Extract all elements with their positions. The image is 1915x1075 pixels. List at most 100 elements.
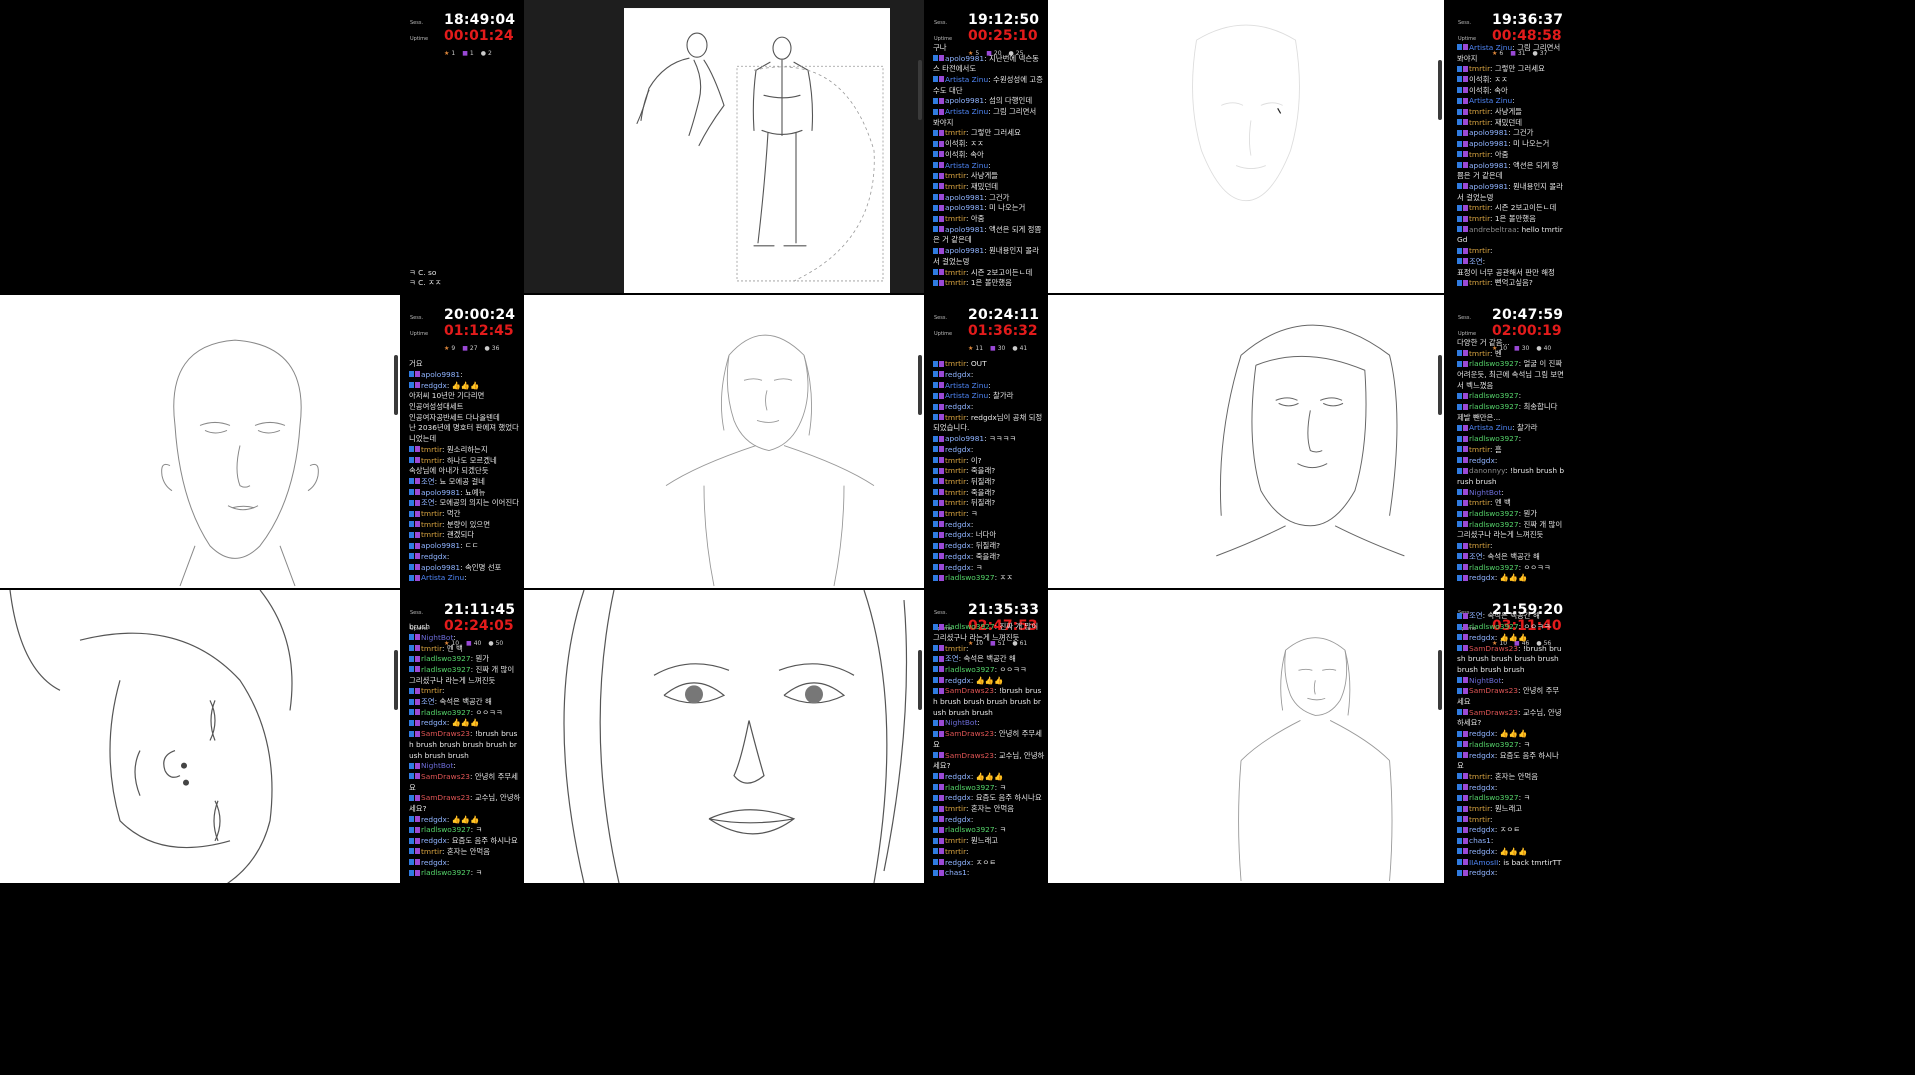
chat-username[interactable]: SamDraws23: [945, 751, 994, 760]
chat-username[interactable]: rladlswo3927: [1469, 391, 1519, 400]
chat-username[interactable]: tmrtir: [945, 456, 966, 465]
chat-username[interactable]: redgdx: [1469, 573, 1495, 582]
chat-username[interactable]: apolo9981: [945, 246, 984, 255]
chat-username[interactable]: SamDraws23: [1469, 708, 1518, 717]
chat-username[interactable]: 이석휘: [945, 150, 965, 159]
chat-username[interactable]: rladlswo3927: [1469, 359, 1519, 368]
chat-username[interactable]: SamDraws23: [1469, 686, 1518, 695]
chat-username[interactable]: tmrtir: [421, 644, 442, 653]
chat-username[interactable]: tmrtir: [1469, 150, 1490, 159]
chat-username[interactable]: apolo9981: [1469, 128, 1508, 137]
chat-username[interactable]: rladlswo3927: [945, 573, 995, 582]
chat-username[interactable]: tmrtir: [421, 520, 442, 529]
chat-username[interactable]: NightBot: [421, 633, 453, 642]
chat-username[interactable]: apolo9981: [1469, 182, 1508, 191]
chat-username[interactable]: apolo9981: [1469, 139, 1508, 148]
chat-username[interactable]: 이석휘: [1469, 75, 1489, 84]
chat-username[interactable]: Artista Zinu: [945, 75, 988, 84]
chat-username[interactable]: tmrtir: [1469, 203, 1490, 212]
chat-username[interactable]: 조연: [1469, 257, 1483, 266]
chat-username[interactable]: tmrtir: [1469, 107, 1490, 116]
chat-username[interactable]: redgdx: [421, 381, 447, 390]
chat-username[interactable]: rladlswo3927: [421, 654, 471, 663]
chat-username[interactable]: redgdx: [945, 772, 971, 781]
chat-username[interactable]: Artista Zinu: [945, 161, 988, 170]
chat-username[interactable]: apolo9981: [945, 193, 984, 202]
chat-username[interactable]: 조연: [421, 697, 435, 706]
chat-username[interactable]: rladlswo3927: [1469, 622, 1519, 631]
chat-username[interactable]: andrebeltraa: [1469, 225, 1517, 234]
chat-username[interactable]: redgdx: [945, 858, 971, 867]
drawing-canvas[interactable]: [0, 0, 400, 293]
chat-username[interactable]: apolo9981: [945, 225, 984, 234]
chat-username[interactable]: tmrtir: [945, 268, 966, 277]
chat-username[interactable]: rladlswo3927: [945, 825, 995, 834]
chat-username[interactable]: redgdx: [945, 563, 971, 572]
chat-username[interactable]: apolo9981: [421, 488, 460, 497]
chat-username[interactable]: tmrtir: [1469, 772, 1490, 781]
chat-username[interactable]: tmrtir: [421, 509, 442, 518]
chat-username[interactable]: tmrtir: [945, 836, 966, 845]
drawing-canvas[interactable]: [524, 295, 924, 588]
chat-username[interactable]: rladlswo3927: [421, 868, 471, 877]
chat-username[interactable]: tmrtir: [945, 644, 966, 653]
chat-username[interactable]: redgdx: [1469, 456, 1495, 465]
chat-username[interactable]: redgdx: [1469, 825, 1495, 834]
chat-username[interactable]: tmrtir: [1469, 445, 1490, 454]
chat-username[interactable]: redgdx: [1469, 783, 1495, 792]
chat-username[interactable]: apolo9981: [945, 203, 984, 212]
chat-username[interactable]: redgdx: [421, 836, 447, 845]
chat-username[interactable]: tmrtir: [945, 804, 966, 813]
chat-username[interactable]: tmrtir: [945, 359, 966, 368]
drawing-canvas[interactable]: [0, 590, 400, 883]
canvas-scrollbar[interactable]: [1438, 650, 1442, 710]
chat-username[interactable]: tmrtir: [1469, 118, 1490, 127]
canvas-scrollbar[interactable]: [918, 650, 922, 710]
chat-username[interactable]: tmrtir: [945, 509, 966, 518]
drawing-canvas[interactable]: [0, 295, 400, 588]
chat-username[interactable]: Artista Zinu: [1469, 43, 1512, 52]
chat-username[interactable]: apolo9981: [421, 563, 460, 572]
drawing-canvas[interactable]: [1048, 295, 1444, 588]
chat-username[interactable]: tmrtir: [421, 530, 442, 539]
chat-username[interactable]: tmrtir: [945, 128, 966, 137]
chat-username[interactable]: apolo9981: [945, 54, 984, 63]
chat-username[interactable]: apolo9981: [945, 96, 984, 105]
drawing-canvas[interactable]: [524, 0, 924, 293]
chat-username[interactable]: chas1: [1469, 836, 1491, 845]
chat-username[interactable]: redgdx: [421, 815, 447, 824]
chat-username[interactable]: NightBot: [1469, 488, 1501, 497]
chat-username[interactable]: Artista Zinu: [945, 391, 988, 400]
canvas-scrollbar[interactable]: [394, 650, 398, 710]
chat-username[interactable]: 조연: [1469, 552, 1483, 561]
chat-username[interactable]: tmrtir: [421, 847, 442, 856]
canvas-scrollbar[interactable]: [918, 355, 922, 415]
chat-username[interactable]: redgdx: [945, 520, 971, 529]
chat-username[interactable]: tmrtir: [945, 182, 966, 191]
chat-username[interactable]: tmrtir: [421, 456, 442, 465]
chat-username[interactable]: redgdx: [945, 793, 971, 802]
chat-username[interactable]: redgdx: [945, 402, 971, 411]
chat-username[interactable]: SamDraws23: [421, 772, 470, 781]
chat-username[interactable]: tmrtir: [421, 445, 442, 454]
chat-username[interactable]: tmrtir: [421, 686, 442, 695]
chat-username[interactable]: redgdx: [1469, 847, 1495, 856]
chat-username[interactable]: 조연: [421, 498, 435, 507]
chat-username[interactable]: redgdx: [1469, 751, 1495, 760]
chat-username[interactable]: rladlswo3927: [1469, 563, 1519, 572]
chat-username[interactable]: tmrtir: [1469, 498, 1490, 507]
chat-username[interactable]: rladlswo3927: [945, 665, 995, 674]
chat-username[interactable]: redgdx: [421, 552, 447, 561]
chat-username[interactable]: tmrtir: [945, 477, 966, 486]
chat-username[interactable]: tmrtir: [945, 498, 966, 507]
canvas-scrollbar[interactable]: [1438, 355, 1442, 415]
chat-username[interactable]: rladlswo3927: [421, 665, 471, 674]
chat-username[interactable]: NightBot: [421, 761, 453, 770]
chat-username[interactable]: tmrtir: [945, 413, 966, 422]
chat-username[interactable]: tmrtir: [945, 488, 966, 497]
chat-username[interactable]: tmrtir: [945, 171, 966, 180]
chat-username[interactable]: chas1: [945, 868, 967, 877]
chat-username[interactable]: rladlswo3927: [421, 825, 471, 834]
chat-username[interactable]: tmrtir: [1469, 246, 1490, 255]
chat-username[interactable]: tmrtir: [1469, 815, 1490, 824]
